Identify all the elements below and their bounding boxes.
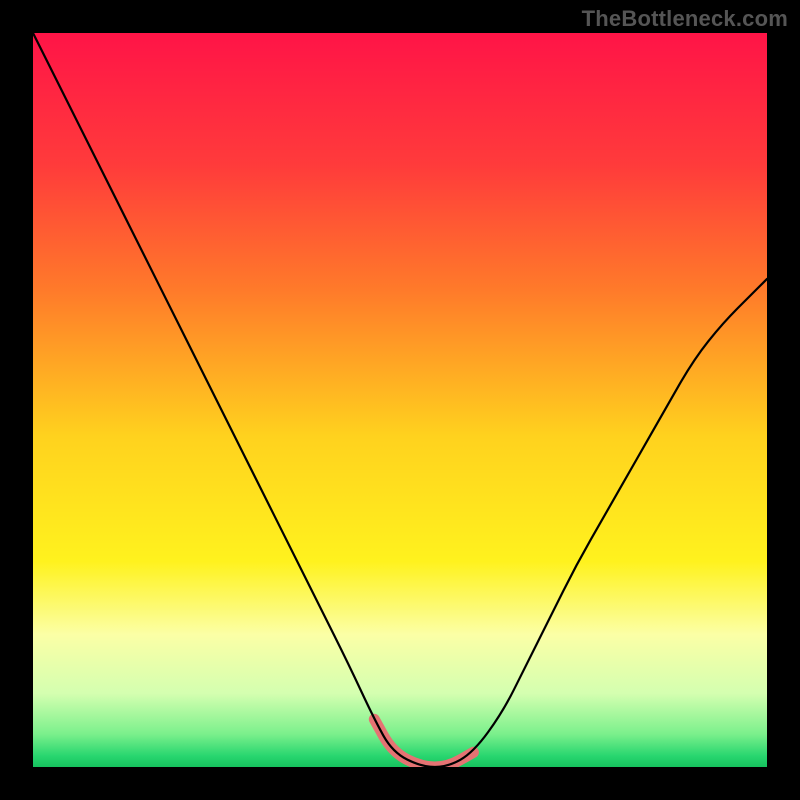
bottleneck-curve-svg <box>33 33 767 767</box>
bottleneck-curve <box>33 33 767 767</box>
plot-area <box>33 33 767 767</box>
chart-frame: TheBottleneck.com <box>0 0 800 800</box>
watermark-text: TheBottleneck.com <box>582 6 788 32</box>
